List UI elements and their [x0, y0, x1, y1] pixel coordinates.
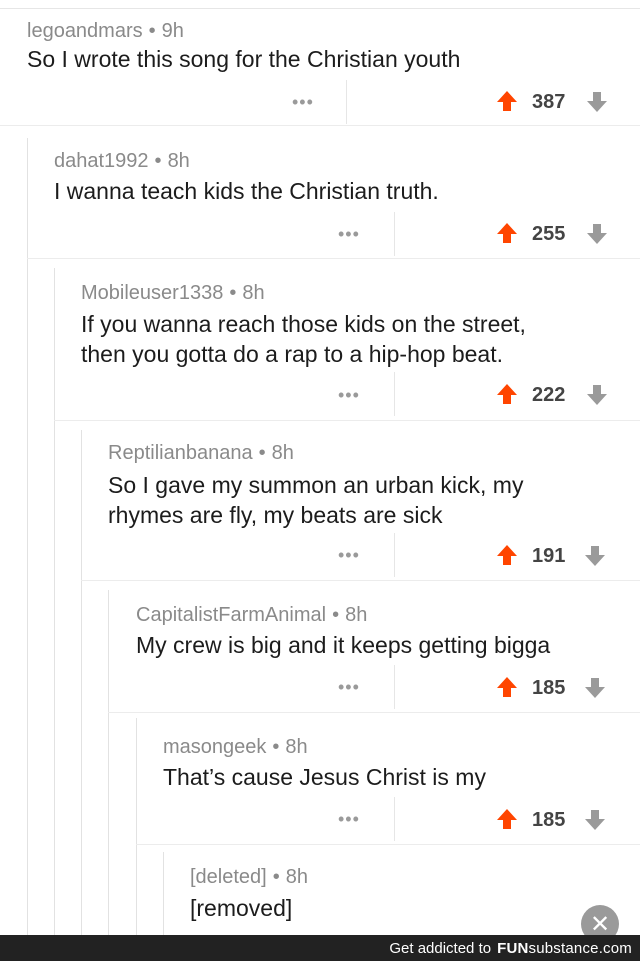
row-divider	[136, 844, 640, 845]
comment-author[interactable]: Reptilianbanana	[108, 442, 253, 464]
comment-body: So I gave my summon an urban kick, my rh…	[108, 472, 524, 528]
comment-age: 8h	[167, 150, 190, 172]
more-options-icon[interactable]: •••	[338, 809, 360, 830]
action-divider	[394, 797, 395, 841]
upvote-arrow-icon[interactable]	[496, 808, 518, 830]
upvote-arrow-icon[interactable]	[496, 676, 518, 698]
meta-separator: •	[272, 866, 280, 888]
vote-score: 185	[532, 677, 566, 699]
brand-fun: FUN	[497, 939, 529, 957]
comment-author[interactable]: legoandmars	[27, 20, 143, 42]
thread-guide	[54, 268, 55, 935]
more-options-icon[interactable]: •••	[338, 545, 360, 566]
more-options-icon[interactable]: •••	[338, 224, 360, 245]
thread-guide	[108, 590, 109, 935]
row-divider	[0, 125, 640, 126]
more-options-icon[interactable]: •••	[338, 677, 360, 698]
more-options-icon[interactable]: •••	[292, 92, 314, 113]
watermark-text: Get addicted to	[389, 939, 492, 957]
comment-age: 8h	[285, 736, 308, 758]
comment-author[interactable]: CapitalistFarmAnimal	[136, 604, 326, 626]
watermark-brand: FUNsubstance.com	[497, 940, 632, 957]
comment-age: 8h	[242, 282, 265, 304]
comment-meta: Mobileuser1338 • 8h	[81, 282, 265, 305]
comment-author[interactable]: [deleted]	[190, 866, 267, 888]
comment-body: That’s cause Jesus Christ is my	[163, 764, 486, 790]
comment-body: [removed]	[190, 895, 293, 921]
downvote-arrow-icon[interactable]	[584, 677, 606, 699]
vote-score: 191	[532, 545, 566, 567]
downvote-arrow-icon[interactable]	[586, 223, 608, 245]
comment-age: 8h	[345, 604, 368, 626]
row-divider	[27, 258, 640, 259]
downvote-arrow-icon[interactable]	[584, 809, 606, 831]
comment-age: 8h	[271, 442, 294, 464]
upvote-arrow-icon[interactable]	[496, 90, 518, 112]
comment-author[interactable]: dahat1992	[54, 150, 149, 172]
meta-separator: •	[148, 20, 156, 42]
brand-substance: substance.com	[528, 939, 632, 957]
vote-score: 185	[532, 809, 566, 831]
upvote-arrow-icon[interactable]	[496, 383, 518, 405]
row-divider	[108, 712, 640, 713]
meta-separator: •	[332, 604, 340, 626]
comment-age: 8h	[285, 866, 308, 888]
comment-author[interactable]: Mobileuser1338	[81, 282, 223, 304]
row-divider	[54, 420, 640, 421]
downvote-arrow-icon[interactable]	[584, 545, 606, 567]
action-divider	[346, 80, 347, 124]
thread-guide	[81, 430, 82, 935]
comment-thread: legoandmars • 9h So I wrote this song for …	[0, 0, 640, 935]
action-divider	[394, 372, 395, 416]
meta-separator: •	[272, 736, 280, 758]
thread-guide	[136, 718, 137, 935]
watermark-bar: Get addicted to FUNsubstance.com	[0, 935, 640, 961]
downvote-arrow-icon[interactable]	[586, 91, 608, 113]
vote-score: 222	[532, 384, 566, 406]
action-divider	[394, 665, 395, 709]
comment-age: 9h	[161, 20, 184, 42]
meta-separator: •	[229, 282, 237, 304]
comment-author[interactable]: masongeek	[163, 736, 266, 758]
meta-separator: •	[258, 442, 266, 464]
comment-meta: masongeek • 8h	[163, 736, 308, 759]
vote-score: 387	[532, 91, 566, 113]
row-divider	[81, 580, 640, 581]
action-divider	[394, 212, 395, 256]
comment-body: I wanna teach kids the Christian truth.	[54, 178, 439, 204]
action-divider	[394, 533, 395, 577]
comment-body: If you wanna reach those kids on the str…	[81, 311, 526, 367]
vote-score: 255	[532, 223, 566, 245]
downvote-arrow-icon[interactable]	[586, 384, 608, 406]
comment-meta: Reptilianbanana • 8h	[108, 442, 294, 465]
comment-body: My crew is big and it keeps getting bigg…	[136, 632, 551, 658]
comment-meta: legoandmars • 9h	[27, 20, 184, 43]
more-options-icon[interactable]: •••	[338, 385, 360, 406]
comment-meta: CapitalistFarmAnimal • 8h	[136, 604, 367, 627]
comment-body: So I wrote this song for the Christian y…	[27, 46, 461, 72]
comment-meta: [deleted] • 8h	[190, 866, 308, 889]
upvote-arrow-icon[interactable]	[496, 222, 518, 244]
thread-guide	[163, 852, 164, 935]
meta-separator: •	[154, 150, 162, 172]
comment-meta: dahat1992 • 8h	[54, 150, 190, 173]
upvote-arrow-icon[interactable]	[496, 544, 518, 566]
